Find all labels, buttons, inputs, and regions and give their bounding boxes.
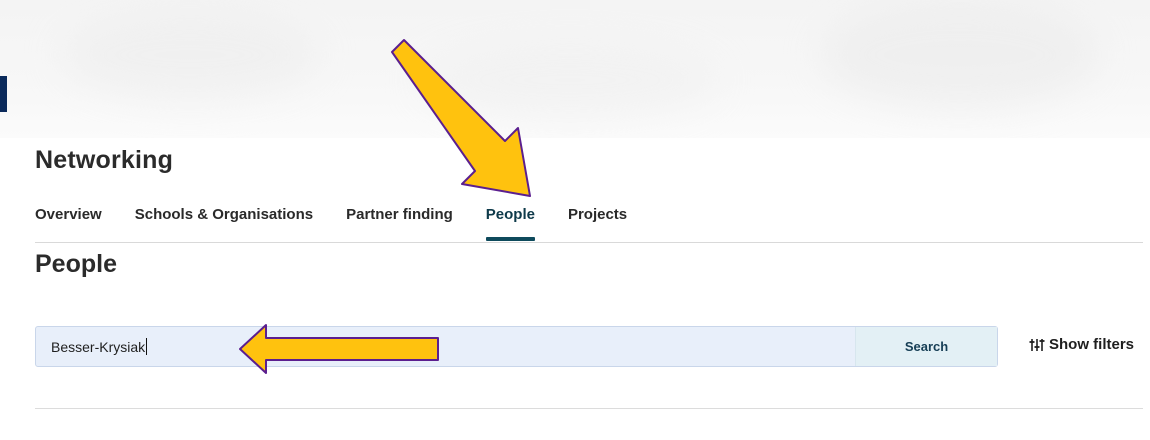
show-filters-label: Show filters (1049, 336, 1135, 353)
show-filters-button[interactable]: Show filters (1029, 336, 1134, 353)
search-bar: Besser-Krysiak Search (35, 326, 998, 367)
hero-banner (0, 0, 1150, 138)
search-input[interactable]: Besser-Krysiak (36, 327, 855, 366)
hero-background-shape (420, 40, 720, 120)
tab-overview[interactable]: Overview (35, 200, 102, 235)
hero-accent-bar (0, 76, 7, 112)
tab-bar: Overview Schools & Organisations Partner… (35, 200, 1143, 243)
hero-background-shape (60, 10, 320, 100)
tab-schools-organisations[interactable]: Schools & Organisations (135, 200, 313, 235)
section-divider (35, 408, 1143, 409)
page-title: People (35, 250, 117, 278)
search-button[interactable]: Search (855, 327, 997, 366)
hero-background-shape (820, 0, 1100, 110)
tab-projects[interactable]: Projects (568, 200, 627, 235)
search-input-value: Besser-Krysiak (51, 338, 146, 355)
text-cursor (146, 338, 148, 355)
tab-people[interactable]: People (485, 200, 536, 241)
filter-sliders-icon (1029, 338, 1045, 351)
section-title: Networking (35, 146, 174, 174)
tab-partner-finding[interactable]: Partner finding (346, 200, 453, 235)
